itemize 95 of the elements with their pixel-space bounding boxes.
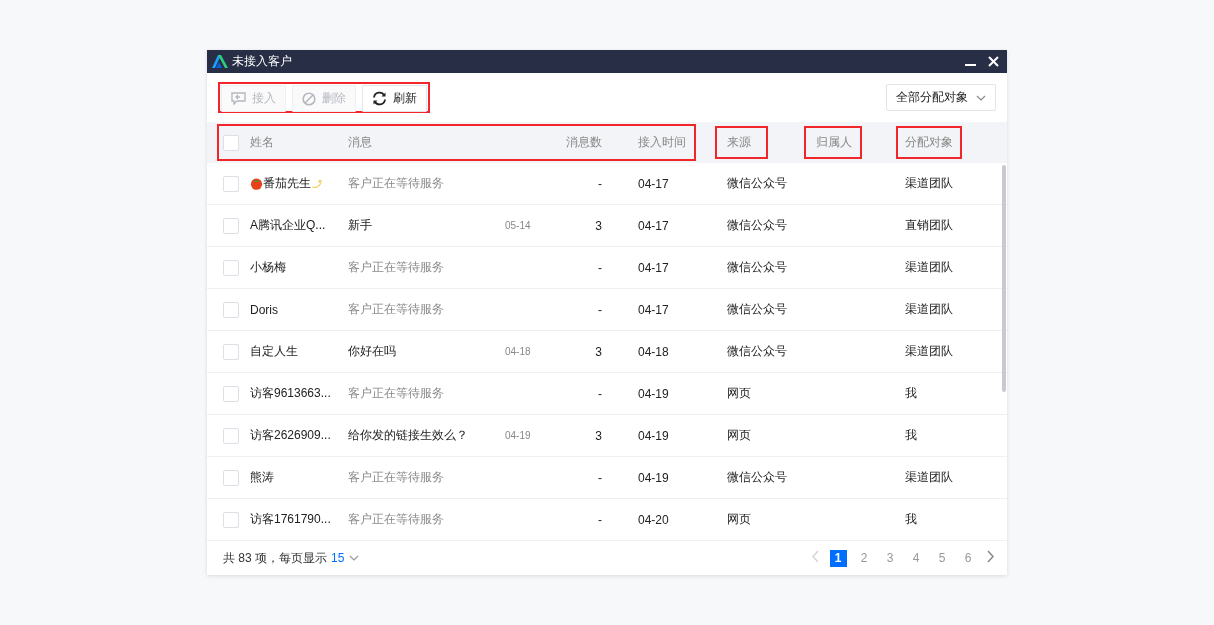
- count-cell: -: [598, 260, 602, 275]
- page-button[interactable]: 1: [829, 549, 847, 567]
- assignee-cell: 渠道团队: [905, 175, 953, 192]
- time-cell: 04-17: [638, 302, 669, 317]
- close-icon[interactable]: [988, 56, 999, 67]
- source-cell: 微信公众号: [727, 259, 787, 276]
- time-cell: 04-17: [638, 260, 669, 275]
- prohibit-icon: [302, 91, 316, 106]
- message-cell: 客户正在等待服务: [348, 175, 444, 192]
- window-title: 未接入客户: [232, 53, 293, 70]
- checkbox[interactable]: [223, 427, 239, 444]
- name-cell: 访客1761790...: [250, 511, 331, 528]
- column-header: 消息数: [565, 134, 602, 151]
- right-chevron-icon[interactable]: [987, 550, 995, 563]
- toolbar-button[interactable]: 刷新: [362, 85, 427, 112]
- count-cell: -: [598, 470, 602, 485]
- checkbox[interactable]: [223, 259, 239, 276]
- checkbox[interactable]: [223, 469, 239, 486]
- checkbox[interactable]: [223, 511, 239, 528]
- count-cell: -: [598, 386, 602, 401]
- checkbox[interactable]: [223, 385, 239, 402]
- message-time: 04-18: [505, 346, 531, 357]
- name-cell: A腾讯企业Q...: [250, 217, 326, 234]
- assignee-cell: 渠道团队: [905, 259, 953, 276]
- column-header: 归属人: [816, 134, 852, 151]
- checkbox[interactable]: [223, 217, 239, 234]
- name-cell: 小杨梅: [250, 259, 286, 276]
- name-cell: 访客9613663...: [250, 385, 331, 402]
- scrollbar-thumb[interactable]: [1002, 165, 1006, 392]
- checkbox[interactable]: [223, 301, 239, 318]
- time-cell: 04-18: [638, 344, 669, 359]
- page-button[interactable]: 3: [881, 549, 899, 567]
- checkbox[interactable]: [223, 175, 239, 192]
- count-cell: 3: [595, 218, 602, 233]
- assignee-cell: 渠道团队: [905, 343, 953, 360]
- logo-icon: [212, 55, 228, 68]
- column-header: 来源: [727, 134, 751, 151]
- count-cell: 3: [595, 344, 602, 359]
- column-header: 姓名: [250, 134, 275, 151]
- page-button[interactable]: 4: [907, 549, 925, 567]
- column-header: 接入时间: [638, 134, 686, 151]
- time-cell: 04-20: [638, 512, 669, 527]
- time-cell: 04-17: [638, 176, 669, 191]
- name-cell: 自定人生: [250, 343, 298, 360]
- message-cell: 客户正在等待服务: [348, 301, 444, 318]
- sparkle-icon: [311, 178, 323, 189]
- time-cell: 04-19: [638, 386, 669, 401]
- checkbox[interactable]: [223, 134, 239, 151]
- name-cell: 熊涛: [250, 469, 274, 486]
- message-cell: 客户正在等待服务: [348, 511, 444, 528]
- checkbox[interactable]: [223, 343, 239, 360]
- source-cell: 微信公众号: [727, 343, 787, 360]
- page-button[interactable]: 6: [959, 549, 977, 567]
- source-cell: 微信公众号: [727, 175, 787, 192]
- assignee-cell: 渠道团队: [905, 469, 953, 486]
- name-cell: 访客2626909...: [250, 427, 331, 444]
- page-button[interactable]: 5: [933, 549, 951, 567]
- column-header: 消息: [348, 134, 373, 151]
- refresh-icon: [372, 91, 387, 106]
- message-cell: 客户正在等待服务: [348, 469, 444, 486]
- source-cell: 网页: [727, 385, 751, 402]
- page-button[interactable]: 2: [855, 549, 873, 567]
- filter-dropdown[interactable]: 全部分配对象: [886, 84, 996, 111]
- assignee-cell: 直销团队: [905, 217, 953, 234]
- chevron-down-icon: [976, 94, 986, 101]
- time-cell: 04-19: [638, 428, 669, 443]
- chevron-down-icon: [349, 555, 360, 561]
- assignee-cell: 我: [905, 511, 917, 528]
- count-cell: -: [598, 512, 602, 527]
- source-cell: 网页: [727, 427, 751, 444]
- source-cell: 网页: [727, 511, 751, 528]
- time-cell: 04-19: [638, 470, 669, 485]
- name-cell: 番茄先生: [263, 175, 311, 192]
- page-size-dropdown[interactable]: 15: [331, 551, 345, 565]
- message-cell: 客户正在等待服务: [348, 259, 444, 276]
- count-cell: -: [598, 176, 602, 191]
- time-cell: 04-17: [638, 218, 669, 233]
- name-cell: Doris: [250, 302, 278, 317]
- assignee-cell: 我: [905, 427, 917, 444]
- source-cell: 微信公众号: [727, 301, 787, 318]
- message-cell: 你好在吗: [348, 343, 396, 360]
- chat-icon: [231, 92, 246, 105]
- source-cell: 微信公众号: [727, 469, 787, 486]
- assignee-cell: 渠道团队: [905, 301, 953, 318]
- count-cell: 3: [595, 428, 602, 443]
- message-cell: 新手: [348, 217, 372, 234]
- assignee-cell: 我: [905, 385, 917, 402]
- message-time: 04-19: [505, 430, 531, 441]
- message-cell: 客户正在等待服务: [348, 385, 444, 402]
- column-header: 分配对象: [905, 134, 953, 151]
- message-time: 05-14: [505, 220, 531, 231]
- source-cell: 微信公众号: [727, 217, 787, 234]
- message-cell: 给你发的链接生效么？: [348, 427, 468, 444]
- count-cell: -: [598, 302, 602, 317]
- total-count: 共 83 项，每页显示: [223, 549, 327, 567]
